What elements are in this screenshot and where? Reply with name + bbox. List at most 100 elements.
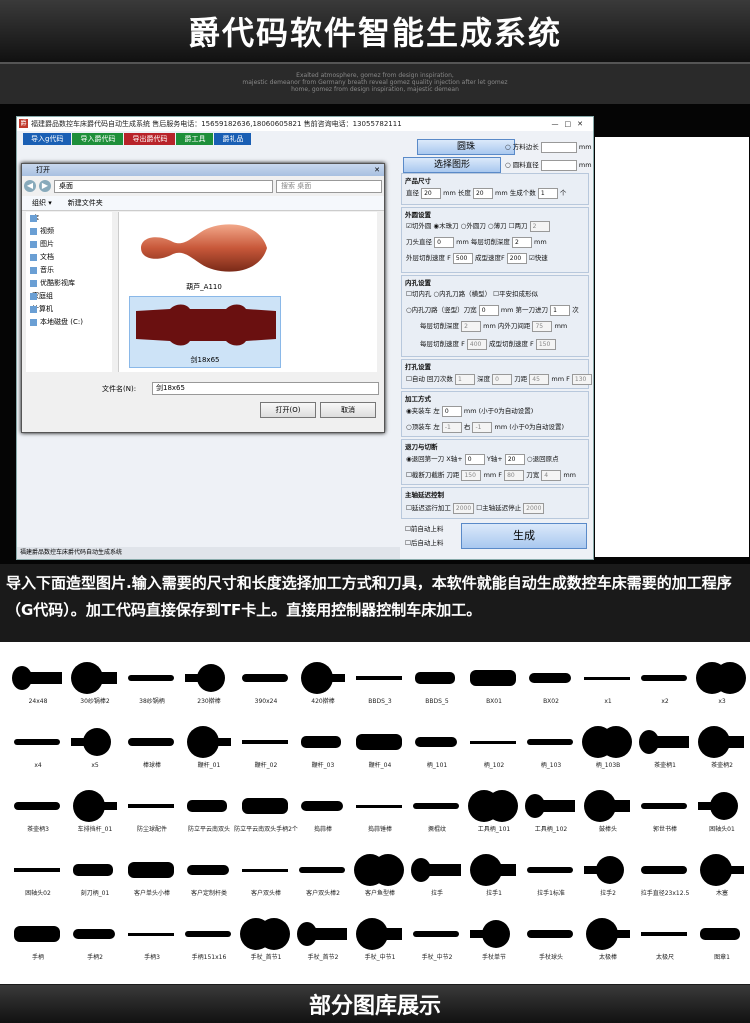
new-folder-button[interactable]: 新建文件夹 (68, 198, 103, 208)
square-side-label[interactable]: 方料边长 (513, 143, 539, 151)
search-input[interactable]: 搜索 桌面 (276, 179, 382, 193)
inner-speed-input[interactable]: 400 (466, 338, 487, 350)
library-item[interactable]: 手杖_首节1 (234, 912, 298, 974)
cancel-button[interactable]: 取消 (320, 402, 376, 418)
library-item[interactable]: 柄_103 (519, 720, 583, 782)
library-item[interactable]: 图章1 (690, 912, 750, 974)
library-item[interactable]: x5 (63, 720, 127, 782)
sidebar-item[interactable]: 文档 (26, 251, 112, 264)
option[interactable]: 延迟运行加工 (412, 504, 451, 512)
library-item[interactable]: x1 (576, 656, 640, 718)
library-item[interactable]: 420擀棒 (291, 656, 355, 718)
inner-gap-input[interactable]: 75 (532, 320, 553, 332)
option[interactable]: 内孔刀路（竖型）刀宽 (412, 306, 477, 314)
round-bead-button[interactable]: 圆珠 (417, 139, 515, 155)
library-item[interactable]: 鞭杆_01 (177, 720, 241, 782)
library-item[interactable]: 拉手1标准 (519, 848, 583, 910)
option[interactable]: 顶装车 (412, 423, 432, 431)
library-item[interactable]: 茶壶柄1 (633, 720, 697, 782)
close-icon[interactable]: ✕ (577, 120, 589, 128)
inner-depth-input[interactable]: 2 (461, 320, 482, 332)
option[interactable]: 木珠刀 (439, 222, 459, 230)
select-shape-button[interactable]: 选择图形 (403, 157, 501, 173)
round-diameter-input[interactable] (540, 159, 577, 171)
x-axis-input[interactable]: 0 (464, 453, 485, 465)
knife-width-input[interactable]: 0 (478, 304, 499, 316)
square-side-input[interactable] (540, 141, 577, 153)
library-item[interactable]: 38纱锅柄 (120, 656, 184, 718)
library-item[interactable]: BBDS_3 (348, 656, 412, 718)
library-item[interactable]: 柄_101 (405, 720, 469, 782)
organize-button[interactable]: 组织 ▾ (32, 198, 52, 208)
option[interactable]: 平安扣成形似 (499, 290, 538, 298)
sidebar-item[interactable]: 优酷影视库 (26, 277, 112, 290)
library-item[interactable]: 木塞 (690, 848, 750, 910)
library-item[interactable]: 柄_103B (576, 720, 640, 782)
first-feed-input[interactable]: 1 (550, 304, 571, 316)
library-item[interactable]: 手柄 (6, 912, 70, 974)
library-item[interactable]: BBDS_5 (405, 656, 469, 718)
library-item[interactable]: 棒球棒 (120, 720, 184, 782)
option[interactable]: 自动 (412, 375, 425, 383)
back-icon[interactable]: ◀ (24, 180, 36, 192)
forward-icon[interactable]: ▶ (39, 180, 51, 192)
option[interactable]: 薄刀 (494, 222, 507, 230)
option[interactable]: 内孔刀路（横型） (439, 290, 491, 298)
file-item[interactable]: 葫芦_A110 (129, 216, 279, 292)
library-item[interactable]: 客户双头棒2 (291, 848, 355, 910)
library-item[interactable]: 拉手直径23x12.5 (633, 848, 697, 910)
library-item[interactable]: 鼓棒头 (576, 784, 640, 846)
option[interactable]: 退回第一刀 (412, 455, 445, 463)
library-item[interactable]: 客户双头棒 (234, 848, 298, 910)
library-item[interactable]: x2 (633, 656, 697, 718)
form-speed-input[interactable]: 200 (506, 252, 527, 264)
sidebar-item[interactable]: 视频 (26, 225, 112, 238)
drill-f-input[interactable]: 130 (571, 373, 592, 385)
library-item[interactable]: 拉手 (405, 848, 469, 910)
option[interactable]: 截断刀截断 (412, 471, 445, 479)
library-item[interactable]: 手柄2 (63, 912, 127, 974)
cut-depth-input[interactable]: 2 (511, 236, 532, 248)
menu-import-jue[interactable]: 导入爵代码 (72, 133, 124, 145)
library-item[interactable]: 手杖单节 (462, 912, 526, 974)
sidebar-item[interactable]: 计算机 (26, 303, 112, 316)
option[interactable]: 切外圆 (412, 222, 432, 230)
diameter-input[interactable]: 20 (421, 187, 442, 199)
library-item[interactable]: 客户单头小棒 (120, 848, 184, 910)
file-item-selected[interactable]: 剑18x65 (129, 296, 281, 368)
library-item[interactable]: 30纱锅棒2 (63, 656, 127, 718)
front-feed-checkbox[interactable]: 前自动上料 (411, 525, 444, 533)
library-item[interactable]: 拉手1 (462, 848, 526, 910)
outer-speed-input[interactable]: 500 (452, 252, 473, 264)
top-left-input[interactable]: -1 (441, 421, 462, 433)
library-item[interactable]: 防尘球配件 (120, 784, 184, 846)
inner-form-input[interactable]: 150 (535, 338, 556, 350)
library-item[interactable]: 手柄3 (120, 912, 184, 974)
library-item[interactable]: x3 (690, 656, 750, 718)
menu-import-gcode[interactable]: 导入g代码 (23, 133, 72, 145)
menu-export-jue[interactable]: 导出爵代码 (124, 133, 176, 145)
library-item[interactable]: 防立平云南双头 (177, 784, 241, 846)
library-item[interactable]: 客户定制杆类 (177, 848, 241, 910)
blade-input[interactable]: 150 (461, 469, 482, 481)
library-item[interactable]: 茶壶柄2 (690, 720, 750, 782)
sidebar-item[interactable]: 本地磁盘 (C:) (26, 316, 112, 329)
library-item[interactable]: 工具柄_101 (462, 784, 526, 846)
maximize-icon[interactable]: □ (565, 120, 578, 128)
sidebar-item[interactable]: 音乐 (26, 264, 112, 277)
library-item[interactable]: 茶壶柄3 (6, 784, 70, 846)
tool-dia-input[interactable]: 0 (434, 236, 455, 248)
option[interactable]: 退回原点 (533, 455, 559, 463)
library-item[interactable]: 手柄151x16 (177, 912, 241, 974)
filename-input[interactable]: 剑18x65 (152, 382, 379, 395)
option[interactable]: 夹装车 (412, 407, 432, 415)
drill-knife-input[interactable]: 45 (529, 373, 550, 385)
width-input[interactable]: 4 (541, 469, 562, 481)
library-item[interactable]: 车排挡杆_01 (63, 784, 127, 846)
library-item[interactable]: 困轴头01 (690, 784, 750, 846)
option[interactable]: 切内孔 (412, 290, 432, 298)
top-right-input[interactable]: -1 (472, 421, 493, 433)
drill-depth-input[interactable]: 0 (492, 373, 513, 385)
menu-jue-tools[interactable]: 爵工具 (176, 133, 214, 145)
minimize-icon[interactable]: — (552, 120, 565, 128)
